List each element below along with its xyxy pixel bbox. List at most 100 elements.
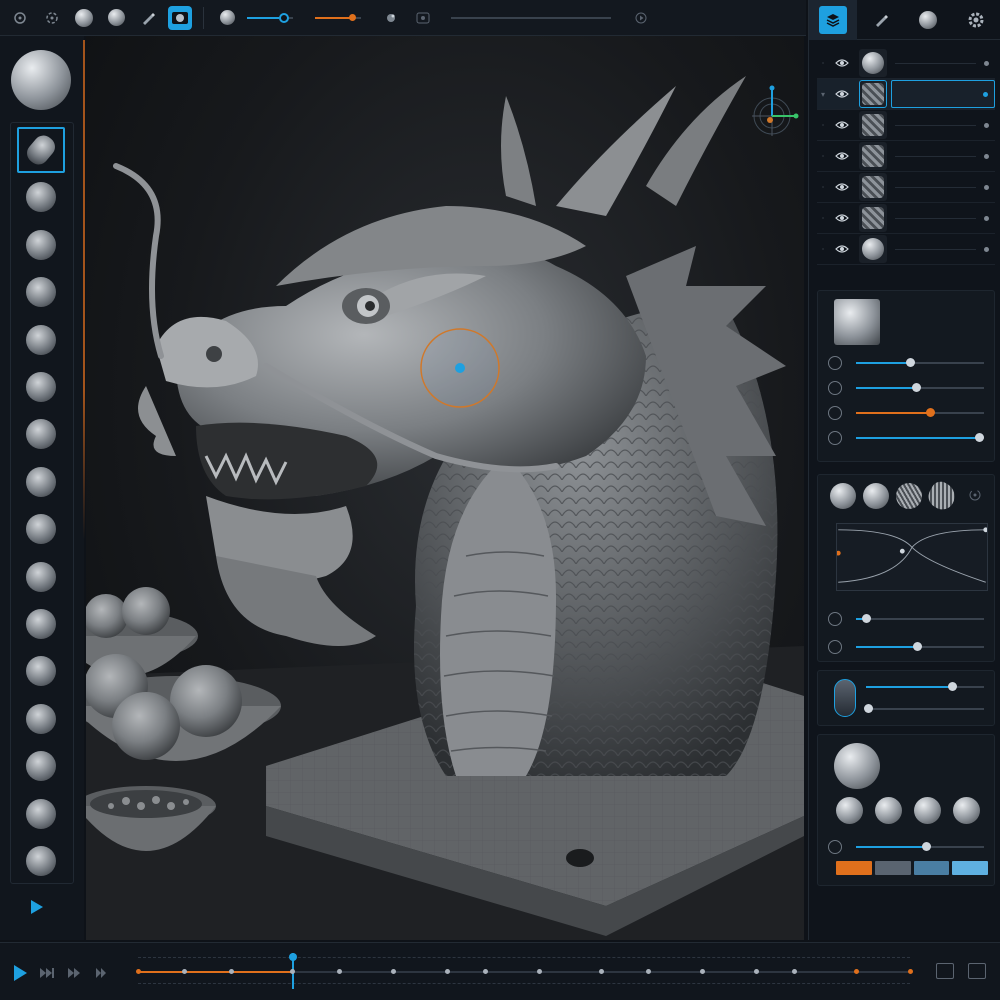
- keyframe-marker[interactable]: [537, 969, 543, 974]
- brush-icon[interactable]: [136, 6, 160, 30]
- matcap-1-icon[interactable]: [836, 797, 863, 824]
- layer-row[interactable]: ·: [817, 48, 995, 79]
- keyframe-marker[interactable]: [853, 969, 859, 974]
- falloff-end-slider[interactable]: [828, 639, 984, 655]
- dam-standard-brush-icon[interactable]: [17, 317, 65, 363]
- crease-brush-icon[interactable]: [17, 838, 65, 884]
- view-gizmo[interactable]: [752, 85, 799, 137]
- visibility-eye-icon[interactable]: [829, 213, 855, 223]
- redo-icon[interactable]: [40, 6, 64, 30]
- keyframe-marker[interactable]: [792, 969, 798, 974]
- undo-icon[interactable]: [8, 6, 32, 30]
- layer-row[interactable]: ·: [817, 203, 995, 234]
- layer-row[interactable]: ·: [817, 141, 995, 172]
- visibility-eye-icon[interactable]: [829, 182, 855, 192]
- falloff-curve-editor[interactable]: [836, 523, 988, 591]
- keyframe-marker[interactable]: [908, 969, 913, 974]
- radius-slider[interactable]: [828, 355, 984, 371]
- hardness-slider[interactable]: [828, 405, 984, 421]
- keyframe-marker[interactable]: [753, 969, 759, 974]
- palette-swatch-2[interactable]: [874, 861, 911, 875]
- strength-slider[interactable]: [828, 380, 984, 396]
- camera-view-icon[interactable]: [168, 5, 192, 30]
- palette-swatch-3[interactable]: [913, 861, 950, 875]
- layer-row[interactable]: ·: [817, 234, 995, 265]
- slash-brush-icon[interactable]: [17, 791, 65, 837]
- inflate-brush-icon[interactable]: [17, 222, 65, 268]
- frame-counter-icon[interactable]: [936, 963, 954, 979]
- timeline-scrubber[interactable]: [451, 16, 611, 19]
- keyframe-marker[interactable]: [136, 969, 141, 974]
- layer-brush-icon[interactable]: [17, 554, 65, 600]
- symmetry-icon[interactable]: [379, 6, 403, 30]
- layer-status-dot[interactable]: [984, 153, 989, 159]
- next-key-icon[interactable]: [67, 967, 83, 979]
- material-opacity-slider[interactable]: [828, 839, 984, 855]
- palette-swatch-4[interactable]: [952, 861, 988, 875]
- keyframe-marker[interactable]: [599, 969, 605, 974]
- fullscreen-icon[interactable]: [968, 963, 986, 979]
- mask-brush-icon[interactable]: [17, 648, 65, 694]
- visibility-eye-icon[interactable]: [829, 120, 855, 130]
- record-icon[interactable]: [629, 6, 653, 30]
- brush-size-slider[interactable]: [247, 11, 293, 25]
- keyframe-marker[interactable]: [645, 969, 651, 974]
- keyframe-marker[interactable]: [444, 969, 450, 974]
- visibility-eye-icon[interactable]: [829, 151, 855, 161]
- claytubes-brush-icon[interactable]: [17, 364, 65, 410]
- curve-brush-icon[interactable]: [17, 743, 65, 789]
- sphere-material-icon[interactable]: [72, 6, 96, 30]
- layer-status-dot[interactable]: [984, 122, 989, 128]
- pressure-size-slider[interactable]: [866, 679, 984, 695]
- layer-status-dot[interactable]: [984, 184, 989, 190]
- keyframe-marker[interactable]: [290, 969, 296, 974]
- material-preview-sphere[interactable]: [11, 50, 71, 110]
- material-tab-icon[interactable]: [905, 0, 953, 40]
- polish-brush-icon[interactable]: [17, 696, 65, 742]
- falloff-start-slider[interactable]: [828, 611, 984, 627]
- trim-brush-icon[interactable]: [17, 411, 65, 457]
- keyframe-marker[interactable]: [699, 969, 705, 974]
- snake-hook-brush-icon[interactable]: [17, 506, 65, 552]
- keyframe-marker[interactable]: [483, 969, 489, 974]
- viewport-3d[interactable]: [86, 36, 804, 940]
- matcap-2-icon[interactable]: [875, 797, 902, 824]
- keyframe-marker[interactable]: [182, 969, 188, 974]
- keyframe-marker[interactable]: [336, 969, 342, 974]
- layer-row[interactable]: ▾: [817, 79, 995, 110]
- matcap-3-icon[interactable]: [914, 797, 941, 824]
- noise-alpha-icon[interactable]: [924, 478, 960, 514]
- soft-alpha-icon[interactable]: [863, 483, 889, 509]
- layer-status-dot[interactable]: [984, 215, 989, 221]
- visibility-eye-icon[interactable]: [829, 58, 855, 68]
- layer-row[interactable]: ·: [817, 110, 995, 141]
- round-alpha-icon[interactable]: [830, 483, 856, 509]
- end-icon[interactable]: [95, 967, 109, 979]
- layer-name-field[interactable]: [891, 80, 995, 108]
- pinch-brush-icon[interactable]: [17, 459, 65, 505]
- keyframe-marker[interactable]: [228, 969, 234, 974]
- history-icon[interactable]: [411, 6, 435, 30]
- material-sphere-large[interactable]: [834, 743, 880, 789]
- pattern-alpha-icon[interactable]: [896, 483, 922, 509]
- matcap-4-icon[interactable]: [953, 797, 980, 824]
- brush-intensity-slider[interactable]: [315, 11, 361, 25]
- clay-buildup-brush-icon[interactable]: [17, 127, 65, 173]
- smooth-brush-icon[interactable]: [17, 601, 65, 647]
- standard-brush-icon[interactable]: [17, 269, 65, 315]
- matcap-icon[interactable]: [104, 6, 128, 30]
- layer-status-dot[interactable]: [984, 246, 989, 252]
- settings-tab-icon[interactable]: [952, 0, 1000, 40]
- play-icon[interactable]: [31, 900, 43, 914]
- pressure-opacity-slider[interactable]: [864, 701, 984, 717]
- visibility-eye-icon[interactable]: [829, 244, 855, 254]
- layer-row[interactable]: ·: [817, 172, 995, 203]
- brush-tab-icon[interactable]: [857, 0, 905, 40]
- layer-status-dot[interactable]: [984, 60, 989, 66]
- reset-icon[interactable]: [968, 487, 982, 506]
- spacing-slider[interactable]: [828, 430, 984, 446]
- next-frame-icon[interactable]: [39, 967, 55, 979]
- play-icon[interactable]: [14, 965, 27, 981]
- keyframe-marker[interactable]: [390, 969, 396, 974]
- move-brush-icon[interactable]: [17, 174, 65, 220]
